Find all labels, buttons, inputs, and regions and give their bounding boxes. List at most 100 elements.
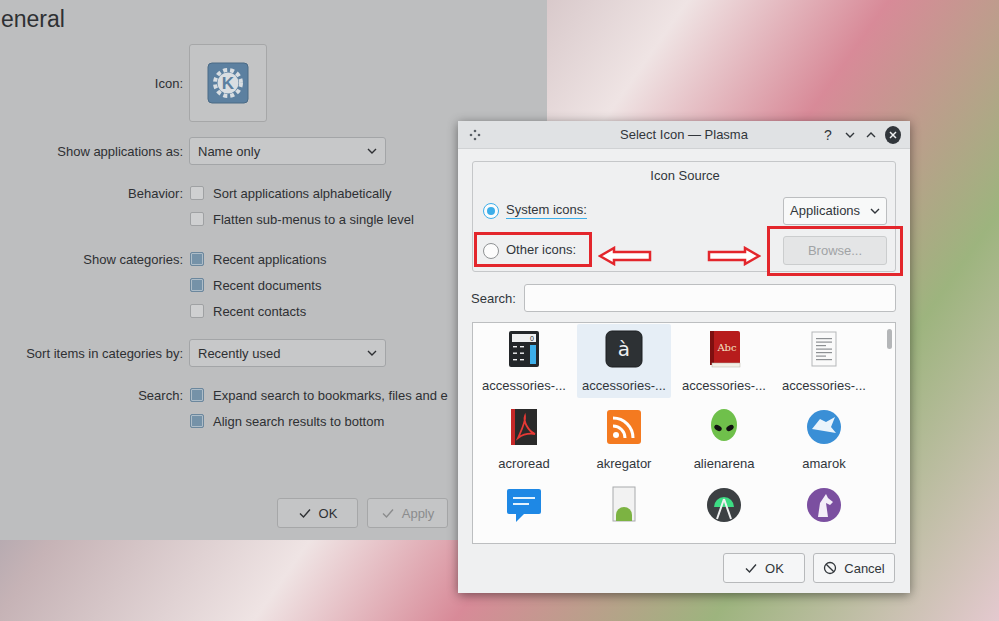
icon-label: accessories-... xyxy=(782,378,866,393)
chevron-down-icon xyxy=(367,348,377,358)
icon-label: acroread xyxy=(498,456,549,471)
title-icon-wrap xyxy=(458,128,548,142)
radio-option[interactable]: System icons: xyxy=(483,202,587,219)
search-field[interactable] xyxy=(524,284,896,312)
close-icon xyxy=(888,130,898,140)
annotation-box xyxy=(767,226,903,276)
dialog-body: Icon Source System icons: Applications Othe… xyxy=(458,149,910,597)
android-studio-icon xyxy=(704,485,744,525)
ok-button[interactable]: OK xyxy=(723,553,805,583)
title-buttons: ? xyxy=(820,126,910,144)
select-box[interactable]: Recently used xyxy=(189,339,386,367)
check-icon xyxy=(381,506,395,520)
android-icon xyxy=(604,485,644,525)
chevron-up-icon xyxy=(866,130,876,140)
cancel-button[interactable]: Cancel xyxy=(813,553,895,583)
group-title: Icon Source xyxy=(483,167,887,185)
icon-source-group: Icon Source System icons: Applications Othe… xyxy=(472,161,896,272)
rss-feed-icon xyxy=(604,407,644,447)
field-label: Search: xyxy=(0,382,183,408)
arrow-right-icon xyxy=(707,246,761,266)
icon-view: 0 accessories-... à accessories-... Abc acces… xyxy=(472,322,896,544)
radio-button[interactable] xyxy=(483,203,499,219)
browse-button: Browse... xyxy=(783,236,887,265)
icon-label: accessories-... xyxy=(682,378,766,393)
scrollbar-thumb[interactable] xyxy=(887,329,892,349)
checkbox[interactable] xyxy=(190,278,204,292)
horse-icon xyxy=(804,485,844,525)
icon-item[interactable]: Abc accessories-... xyxy=(677,324,771,398)
select-box[interactable]: Name only xyxy=(189,137,386,165)
checkbox[interactable] xyxy=(190,388,204,402)
icon-item[interactable]: amarok xyxy=(777,402,871,476)
title-bar: Select Icon — Plasma? xyxy=(458,121,910,149)
wolf-icon xyxy=(804,407,844,447)
alien-icon xyxy=(704,407,744,447)
window-title: Select Icon — Plasma xyxy=(548,127,820,142)
checkbox[interactable] xyxy=(190,414,204,428)
field-label: Behavior: xyxy=(0,180,183,206)
icon-item[interactable] xyxy=(677,480,771,543)
search-row: Search: xyxy=(472,284,896,312)
icon-label: alienarena xyxy=(694,456,755,471)
cancel-icon xyxy=(823,561,837,575)
check-icon xyxy=(298,506,312,520)
field-label: Icon: xyxy=(0,44,183,122)
radio-button[interactable] xyxy=(483,243,499,259)
field-label: Show categories: xyxy=(0,246,183,272)
category-select[interactable]: Applications xyxy=(783,197,887,225)
field-label: Show applications as: xyxy=(0,136,183,166)
chevron-down-icon xyxy=(845,130,855,140)
app-icon xyxy=(468,128,482,142)
icon-label: accessories-... xyxy=(582,378,666,393)
radio-option[interactable]: Other icons: xyxy=(483,242,576,259)
field-label: Sort items in categories by: xyxy=(0,338,183,368)
check-icon xyxy=(744,561,758,575)
svg-text:Abc: Abc xyxy=(716,342,737,353)
settings-button[interactable]: OK xyxy=(277,498,358,528)
settings-button: Apply xyxy=(367,498,448,528)
help-button[interactable]: ? xyxy=(820,126,836,144)
checkbox[interactable] xyxy=(190,252,204,266)
arrow-left-icon xyxy=(598,246,652,266)
page-title: eneral xyxy=(0,0,547,38)
text-editor-icon xyxy=(804,329,844,369)
icon-item[interactable] xyxy=(577,480,671,543)
icon-label: amarok xyxy=(802,456,845,471)
kde-logo-icon: K xyxy=(207,62,249,104)
chat-icon xyxy=(504,485,544,525)
dictionary-icon: Abc xyxy=(704,329,744,369)
icon-button[interactable]: K xyxy=(189,44,267,122)
close-button[interactable] xyxy=(885,126,901,144)
pdf-reader-icon xyxy=(504,407,544,447)
icon-field: K xyxy=(189,44,547,122)
checkbox[interactable] xyxy=(190,212,204,226)
select-icon-dialog: Select Icon — Plasma? Icon Source System i… xyxy=(458,121,910,593)
icon-item[interactable]: 0 accessories-... xyxy=(477,324,571,398)
maximize-button[interactable] xyxy=(864,126,880,144)
icon-item[interactable] xyxy=(477,480,571,543)
icon-item[interactable]: alienarena xyxy=(677,402,771,476)
scrollbar[interactable] xyxy=(883,323,895,543)
icon-label: accessories-... xyxy=(482,378,566,393)
dialog-buttons: OK Cancel xyxy=(472,553,896,583)
svg-text:K: K xyxy=(222,74,235,93)
source-option: System icons: Applications xyxy=(483,196,887,225)
svg-text:0: 0 xyxy=(530,335,534,342)
icon-item[interactable]: acroread xyxy=(477,402,571,476)
character-map-icon: à xyxy=(604,329,644,369)
icon-item[interactable] xyxy=(777,480,871,543)
chevron-down-icon xyxy=(367,146,377,156)
chevron-down-icon xyxy=(870,206,880,216)
desktop-wallpaper: eneral Icon: K Show applications as:Name on… xyxy=(0,0,999,621)
calculator-icon: 0 xyxy=(504,329,544,369)
checkbox[interactable] xyxy=(190,304,204,318)
icon-item[interactable]: akregator xyxy=(577,402,671,476)
source-option: Other icons: Browse... xyxy=(483,236,887,265)
minimize-button[interactable] xyxy=(842,126,858,144)
icon-item[interactable]: accessories-... xyxy=(777,324,871,398)
icon-item[interactable]: à accessories-... xyxy=(577,324,671,398)
checkbox[interactable] xyxy=(190,186,204,200)
annotation-box xyxy=(474,232,592,267)
icon-label: akregator xyxy=(597,456,652,471)
